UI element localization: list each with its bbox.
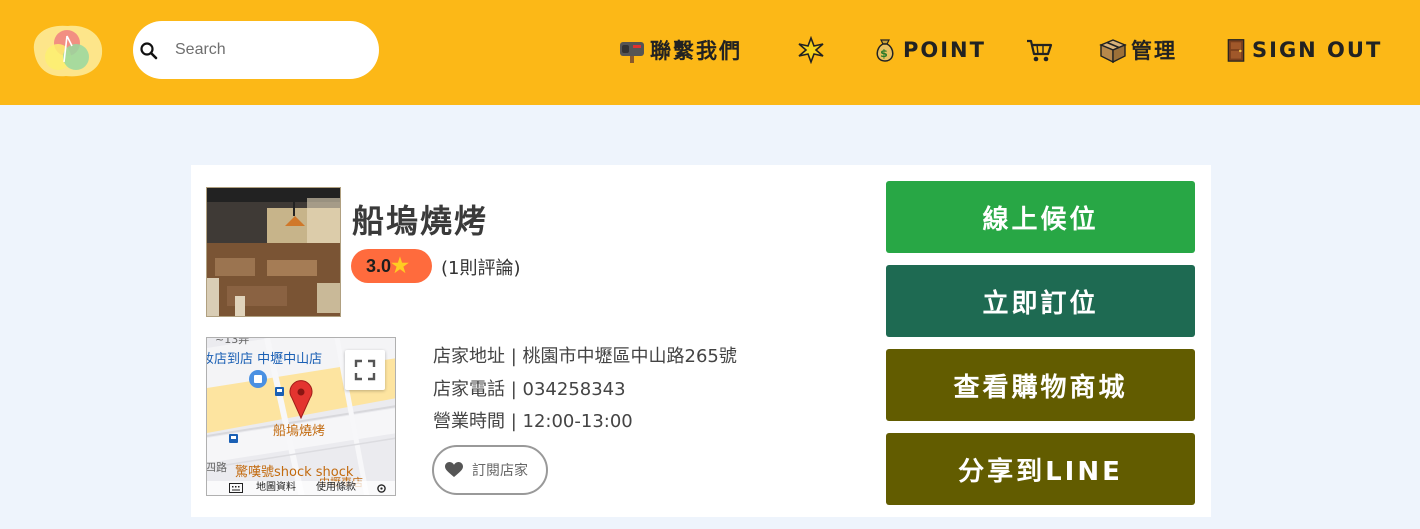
store-address: 店家地址 | 桃園市中壢區中山路265號 — [433, 346, 737, 367]
map-data-link[interactable]: 地圖資料 — [256, 481, 296, 495]
map-label-side: 四路 — [206, 461, 227, 474]
mailbox-icon — [620, 42, 644, 63]
package-icon — [1099, 39, 1127, 64]
rating-value: 3.0 — [366, 256, 392, 276]
online-queue-button[interactable]: 線上候位 — [886, 181, 1195, 253]
sparkle-icon — [798, 36, 824, 64]
map-label-street: ~13弄 — [215, 337, 250, 346]
store-hours: 營業時間 | 12:00-13:00 — [433, 411, 633, 432]
search-icon[interactable] — [139, 41, 159, 61]
nav-contact-us[interactable]: 聯繫我們 — [618, 32, 742, 68]
store-map[interactable]: ~13弄 妝店到店 中壢中山店 船塢燒烤 驚嘆號shock shock 中壢車店… — [206, 337, 396, 496]
store-photo[interactable] — [206, 187, 341, 317]
door-icon — [1227, 39, 1245, 62]
view-shop-button[interactable]: 查看購物商城 — [886, 349, 1195, 421]
review-count[interactable]: (1則評論) — [441, 254, 521, 280]
nav-sign-out[interactable]: SIGN OUT — [1224, 32, 1382, 68]
logo-icon[interactable] — [28, 22, 106, 80]
map-label-pin: 船塢燒烤 — [273, 424, 326, 439]
book-now-button[interactable]: 立即訂位 — [886, 265, 1195, 337]
fullscreen-icon — [354, 359, 376, 381]
search-input[interactable] — [175, 35, 365, 65]
subscribe-label: 訂閱店家 — [472, 463, 528, 479]
nav-contact-label: 聯繫我們 — [650, 39, 742, 63]
svg-text:$: $ — [880, 47, 890, 60]
store-phone: 店家電話 | 034258343 — [433, 379, 626, 400]
restaurant-interior-image — [207, 188, 340, 316]
nav-sparkle[interactable] — [797, 32, 829, 68]
map-footer: 地圖資料 使用條款 — [207, 481, 395, 495]
top-navbar: 聯繫我們 $ POINT 管理 — [0, 0, 1420, 105]
map-label-shop: 妝店到店 中壢中山店 — [206, 352, 323, 367]
map-terms-link[interactable]: 使用條款 — [316, 481, 356, 495]
nav-cart[interactable] — [1025, 32, 1057, 68]
report-icon[interactable] — [377, 484, 386, 493]
share-line-button[interactable]: 分享到LINE — [886, 433, 1195, 505]
heart-icon — [445, 462, 463, 477]
star-icon: ★ — [391, 255, 409, 277]
cart-icon — [1027, 39, 1053, 62]
nav-sign-out-label: SIGN OUT — [1252, 38, 1383, 62]
nav-manage[interactable]: 管理 — [1099, 32, 1177, 68]
keyboard-icon[interactable] — [229, 483, 243, 493]
nav-point-label: POINT — [903, 38, 986, 62]
rating-badge: 3.0★ — [351, 249, 432, 283]
fullscreen-button[interactable] — [345, 350, 385, 390]
store-name: 船塢燒烤 — [352, 202, 489, 240]
subscribe-button[interactable]: 訂閱店家 — [432, 445, 548, 495]
nav-manage-label: 管理 — [1131, 39, 1177, 63]
nav-point[interactable]: $ POINT — [871, 32, 986, 68]
money-bag-icon: $ — [876, 39, 894, 62]
search-box — [133, 21, 379, 79]
